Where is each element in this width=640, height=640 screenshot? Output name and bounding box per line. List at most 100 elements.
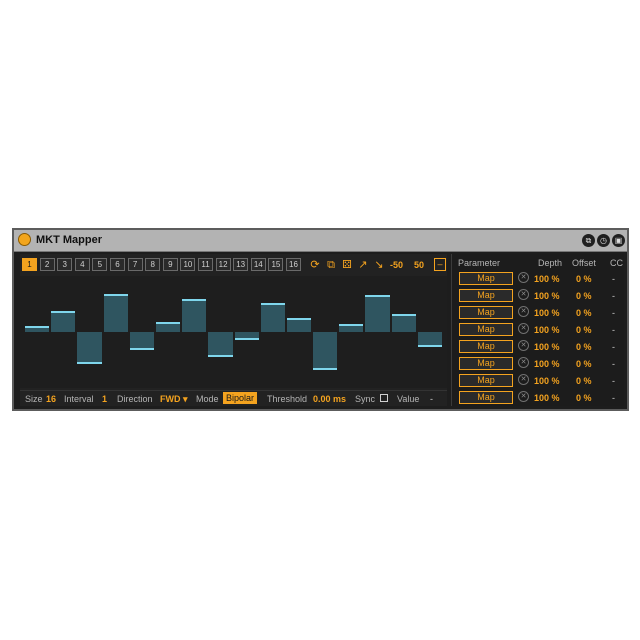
step-value-marker-13 — [339, 324, 364, 327]
direction-dropdown[interactable]: FWD ▾ — [160, 394, 188, 405]
loop-icon[interactable]: ⟳ — [308, 259, 322, 271]
cc-value[interactable]: - — [612, 359, 615, 369]
clear-mapping-icon[interactable]: ✕ — [518, 340, 529, 351]
cc-value[interactable]: - — [612, 308, 615, 318]
map-button[interactable]: Map — [459, 374, 513, 387]
step-button-15[interactable]: 15 — [268, 258, 284, 271]
step-button-2[interactable]: 2 — [39, 258, 55, 271]
step-bar-11[interactable] — [286, 319, 312, 332]
offset-value[interactable]: 0 % — [576, 325, 592, 335]
step-button-4[interactable]: 4 — [74, 258, 90, 271]
step-bar-7[interactable] — [182, 299, 207, 332]
cc-value[interactable]: - — [612, 376, 615, 386]
depth-value[interactable]: 100 % — [534, 342, 560, 352]
depth-value[interactable]: 100 % — [534, 274, 560, 284]
sequencer-settings-bar: Size 16 Interval 1 Direction FWD ▾ Mode … — [20, 390, 447, 407]
device-power-button[interactable] — [18, 233, 31, 246]
step-bar-4[interactable] — [103, 294, 128, 332]
map-button[interactable]: Map — [459, 272, 513, 285]
sync-checkbox[interactable] — [380, 394, 388, 402]
offset-header: Offset — [572, 258, 596, 268]
depth-value[interactable]: 100 % — [534, 359, 560, 369]
step-bar-12[interactable] — [313, 332, 338, 370]
clear-mapping-icon[interactable]: ✕ — [518, 323, 529, 334]
step-button-6[interactable]: 6 — [110, 258, 125, 271]
depth-value[interactable]: 100 % — [534, 291, 560, 301]
map-button[interactable]: Map — [459, 289, 513, 302]
step-button-16[interactable]: 16 — [286, 258, 301, 271]
step-bar-16[interactable] — [417, 332, 442, 347]
device-title: MKT Mapper — [36, 234, 102, 246]
depth-value[interactable]: 100 % — [534, 308, 560, 318]
step-button-5[interactable]: 5 — [92, 258, 108, 271]
step-bar-8[interactable] — [208, 332, 233, 356]
map-button[interactable]: Map — [459, 340, 513, 353]
step-button-13[interactable]: 13 — [233, 258, 249, 271]
step-button-11[interactable]: 11 — [198, 258, 213, 271]
offset-value[interactable]: 0 % — [576, 274, 592, 284]
offset-value[interactable]: 0 % — [576, 291, 592, 301]
depth-value[interactable]: 100 % — [534, 376, 560, 386]
mode-button[interactable]: Bipolar — [223, 392, 258, 404]
step-bar-13[interactable] — [339, 325, 364, 332]
ramp-up-icon[interactable]: ↗ — [356, 259, 370, 271]
step-button-14[interactable]: 14 — [250, 258, 266, 271]
cc-value[interactable]: - — [612, 274, 615, 284]
sequencer-panel: 1 2 3 4 5 6 7 8 9 10 11 12 13 14 15 16 ⟳ ⧉ ⚄ ↗ ↘ -50 50… — [20, 254, 447, 406]
step-bar-14[interactable] — [365, 295, 390, 332]
clear-mapping-icon[interactable]: ✕ — [518, 289, 529, 300]
clear-mapping-icon[interactable]: ✕ — [518, 357, 529, 368]
copy-icon[interactable]: ⧉ — [324, 259, 338, 271]
step-bar-2[interactable] — [51, 312, 76, 332]
step-bar-15[interactable] — [391, 314, 416, 332]
device-title-bar[interactable]: MKT Mapper ⧉ ◷ ▣ — [14, 230, 627, 252]
step-button-7[interactable]: 7 — [127, 258, 143, 271]
map-button[interactable]: Map — [459, 323, 513, 336]
threshold-value[interactable]: 0.00 ms — [313, 394, 346, 404]
depth-value[interactable]: 100 % — [534, 325, 560, 335]
map-button[interactable]: Map — [459, 357, 513, 370]
step-button-1[interactable]: 1 — [22, 258, 37, 271]
step-button-9[interactable]: 9 — [162, 258, 178, 271]
step-bar-10[interactable] — [260, 304, 285, 332]
clear-mapping-icon[interactable]: ✕ — [518, 374, 529, 385]
ramp-down-icon[interactable]: ↘ — [372, 259, 386, 271]
clear-mapping-icon[interactable]: ✕ — [518, 272, 529, 283]
step-bar-6[interactable] — [155, 323, 181, 332]
map-button[interactable]: Map — [459, 391, 513, 404]
value-readout: - — [430, 394, 433, 404]
mapping-row: Map ✕ 100 % 0 % - — [452, 271, 624, 287]
step-bar-5[interactable] — [129, 332, 154, 349]
clear-mapping-icon[interactable]: ✕ — [518, 306, 529, 317]
cc-value[interactable]: - — [612, 342, 615, 352]
save-icon[interactable]: ▣ — [612, 234, 625, 247]
offset-value[interactable]: 0 % — [576, 342, 592, 352]
step-bar-3[interactable] — [77, 332, 102, 364]
clock-icon[interactable]: ◷ — [597, 234, 610, 247]
map-button[interactable]: Map — [459, 306, 513, 319]
random-dice-icon[interactable]: ⚄ — [340, 259, 354, 271]
cc-value[interactable]: - — [612, 291, 615, 301]
step-button-12[interactable]: 12 — [215, 258, 231, 271]
size-value[interactable]: 16 — [46, 394, 56, 404]
clear-mapping-icon[interactable]: ✕ — [518, 391, 529, 402]
range-max-value[interactable]: 50 — [414, 260, 424, 270]
offset-value[interactable]: 0 % — [576, 393, 592, 403]
step-selector-row: 1 2 3 4 5 6 7 8 9 10 11 12 13 14 15 16 ⟳ ⧉ ⚄ ↗ ↘ -50 50… — [22, 258, 450, 272]
step-button-10[interactable]: 10 — [180, 258, 196, 271]
threshold-label: Threshold — [267, 394, 308, 404]
cc-value[interactable]: - — [612, 325, 615, 335]
offset-value[interactable]: 0 % — [576, 308, 592, 318]
interval-value[interactable]: 1 — [102, 394, 107, 404]
window-icon[interactable]: ⧉ — [582, 234, 595, 247]
cc-value[interactable]: - — [612, 393, 615, 403]
offset-value[interactable]: 0 % — [576, 376, 592, 386]
collapse-button[interactable]: – — [434, 258, 446, 271]
step-sequence-editor[interactable] — [20, 276, 447, 388]
step-button-3[interactable]: 3 — [57, 258, 73, 271]
range-min-value[interactable]: -50 — [390, 260, 403, 270]
offset-value[interactable]: 0 % — [576, 359, 592, 369]
step-button-8[interactable]: 8 — [145, 258, 161, 271]
mkt-mapper-device: MKT Mapper ⧉ ◷ ▣ 1 2 3 4 5 6 7 8 9 10 11 12 13 14 15 16… — [12, 228, 629, 411]
depth-value[interactable]: 100 % — [534, 393, 560, 403]
